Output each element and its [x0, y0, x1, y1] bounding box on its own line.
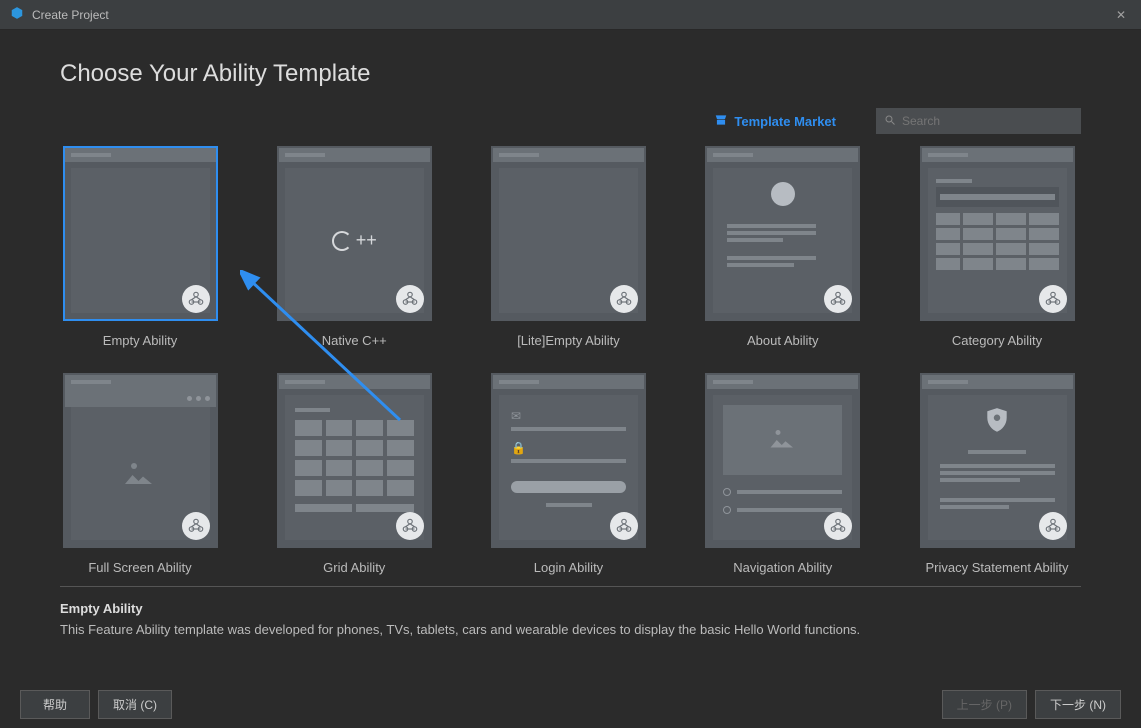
harmony-badge-icon: [182, 285, 210, 313]
template-thumb: [277, 373, 432, 548]
template-label: About Ability: [747, 333, 819, 348]
template-card[interactable]: Category Ability: [917, 146, 1077, 348]
thumb-title-bar: [493, 148, 644, 162]
template-thumb: [920, 373, 1075, 548]
template-thumb: [705, 373, 860, 548]
help-button[interactable]: 帮助: [20, 690, 90, 719]
thumb-title-bar: [279, 375, 430, 389]
template-card[interactable]: Grid Ability: [274, 373, 434, 575]
next-button[interactable]: 下一步 (N): [1035, 690, 1121, 719]
harmony-badge-icon: [1039, 285, 1067, 313]
template-market-link[interactable]: Template Market: [714, 113, 836, 130]
template-card[interactable]: ++ Native C++: [274, 146, 434, 348]
search-box[interactable]: [876, 108, 1081, 134]
template-thumb: [920, 146, 1075, 321]
template-label: Native C++: [322, 333, 387, 348]
thumb-title-bar: [707, 375, 858, 389]
content-area: Choose Your Ability Template Template Ma…: [0, 30, 1141, 586]
selected-template-title: Empty Ability: [60, 601, 1081, 616]
template-grid-scroll[interactable]: Empty Ability ++ Native C++ [Lite]Empty Abi…: [60, 146, 1081, 586]
template-label: Category Ability: [952, 333, 1042, 348]
template-grid: Empty Ability ++ Native C++ [Lite]Empty Abi…: [60, 146, 1077, 575]
previous-button[interactable]: 上一步 (P): [942, 690, 1027, 719]
harmony-badge-icon: [396, 285, 424, 313]
template-thumb: [63, 146, 218, 321]
template-label: [Lite]Empty Ability: [517, 333, 620, 348]
cancel-button[interactable]: 取消 (C): [98, 690, 172, 719]
thumb-title-bar: [493, 375, 644, 389]
thumb-title-bar: [707, 148, 858, 162]
thumb-title-bar: [922, 148, 1073, 162]
template-thumb: [491, 146, 646, 321]
window-title: Create Project: [32, 8, 109, 22]
search-input[interactable]: [902, 114, 1073, 128]
template-card[interactable]: ✉🔒 Login Ability: [489, 373, 649, 575]
template-label: Navigation Ability: [733, 560, 832, 575]
template-card[interactable]: [Lite]Empty Ability: [489, 146, 649, 348]
thumb-title-bar: [65, 375, 216, 389]
template-thumb: ✉🔒: [491, 373, 646, 548]
template-label: Grid Ability: [323, 560, 385, 575]
app-logo-icon: [10, 6, 24, 23]
thumb-title-bar: [65, 148, 216, 162]
harmony-badge-icon: [610, 285, 638, 313]
template-label: Full Screen Ability: [88, 560, 191, 575]
selected-template-description: This Feature Ability template was develo…: [60, 622, 1081, 637]
template-thumb: [63, 373, 218, 548]
template-card[interactable]: Privacy Statement Ability: [917, 373, 1077, 575]
template-card[interactable]: Full Screen Ability: [60, 373, 220, 575]
harmony-badge-icon: [182, 512, 210, 540]
market-icon: [714, 113, 728, 130]
title-bar: Create Project ✕: [0, 0, 1141, 30]
harmony-badge-icon: [396, 512, 424, 540]
page-heading: Choose Your Ability Template: [60, 60, 1081, 88]
description-panel: Empty Ability This Feature Ability templ…: [0, 587, 1141, 637]
search-icon: [884, 114, 896, 129]
thumb-title-bar: [279, 148, 430, 162]
close-icon[interactable]: ✕: [1111, 8, 1131, 22]
template-card[interactable]: Empty Ability: [60, 146, 220, 348]
template-label: Login Ability: [534, 560, 603, 575]
template-thumb: ++: [277, 146, 432, 321]
template-label: Empty Ability: [103, 333, 177, 348]
harmony-badge-icon: [610, 512, 638, 540]
template-card[interactable]: About Ability: [703, 146, 863, 348]
template-card[interactable]: Navigation Ability: [703, 373, 863, 575]
template-market-label: Template Market: [734, 114, 836, 129]
template-thumb: [705, 146, 860, 321]
toolbar: Template Market: [60, 108, 1081, 134]
footer-bar: 帮助 取消 (C) 上一步 (P) 下一步 (N): [0, 680, 1141, 728]
template-label: Privacy Statement Ability: [925, 560, 1068, 575]
thumb-title-bar: [922, 375, 1073, 389]
harmony-badge-icon: [1039, 512, 1067, 540]
